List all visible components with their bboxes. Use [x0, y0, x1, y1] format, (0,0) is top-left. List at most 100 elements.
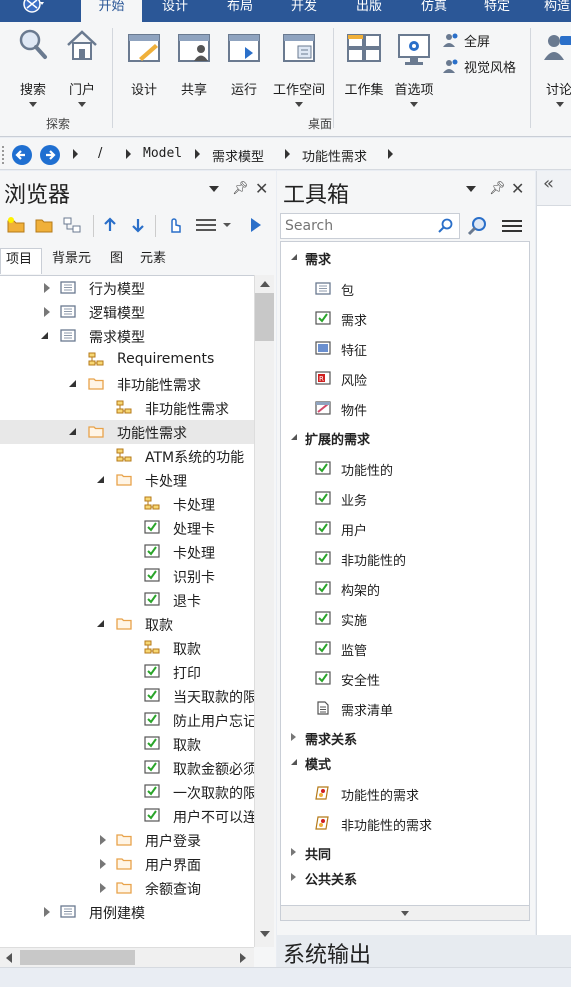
- collapsed-arrow-icon[interactable]: [100, 883, 106, 893]
- tree-node[interactable]: 用户登录: [0, 828, 254, 852]
- collapsed-arrow-icon[interactable]: [100, 835, 106, 845]
- panel-menu-icon[interactable]: [209, 186, 219, 192]
- design-button[interactable]: 设计: [122, 26, 166, 98]
- worksets-button[interactable]: 工作集: [340, 26, 388, 98]
- toolbox-item[interactable]: 监管: [281, 636, 529, 660]
- collapsed-arrow-icon[interactable]: [44, 307, 50, 317]
- tree-node[interactable]: ATM系统的功能: [0, 444, 254, 468]
- tree-node[interactable]: 卡处理: [0, 468, 254, 492]
- toolbox-item[interactable]: R 风险: [281, 366, 529, 390]
- app-menu-icon[interactable]: [20, 0, 46, 18]
- hamburger-menu-icon[interactable]: [501, 218, 523, 234]
- tree-node[interactable]: 用户不可以连: [0, 804, 254, 828]
- tree-node[interactable]: 卡处理: [0, 540, 254, 564]
- expanded-arrow-icon[interactable]: [69, 380, 76, 387]
- toolbox-item[interactable]: 功能性的需求: [281, 781, 529, 805]
- toolbox-section-header[interactable]: 公共关系: [281, 866, 529, 888]
- toolbox-item[interactable]: 功能性的: [281, 456, 529, 480]
- tree-node[interactable]: 余额查询: [0, 876, 254, 900]
- tree-node[interactable]: 需求模型: [0, 324, 254, 348]
- expand-left-icon[interactable]: «: [543, 173, 554, 194]
- expanded-arrow-icon[interactable]: [69, 428, 76, 435]
- breadcrumb-root[interactable]: /: [98, 146, 102, 161]
- tree-node[interactable]: 逻辑模型: [0, 300, 254, 324]
- hand-pointer-icon[interactable]: [165, 215, 185, 235]
- tab-specialize[interactable]: 特定: [467, 0, 527, 22]
- preferences-button[interactable]: 首选项: [390, 26, 438, 110]
- scroll-right-arrow-icon[interactable]: [240, 953, 246, 963]
- tab-design[interactable]: 设计: [146, 0, 204, 22]
- share-button[interactable]: 共享: [172, 26, 216, 98]
- tab-construct[interactable]: 构造: [532, 0, 571, 22]
- fullscreen-button[interactable]: 全屏: [442, 31, 527, 51]
- tab-context[interactable]: 背景元: [47, 248, 102, 274]
- hierarchy-icon[interactable]: [62, 216, 82, 234]
- run-button[interactable]: 运行: [222, 26, 266, 98]
- scroll-down-arrow-icon[interactable]: [260, 931, 270, 937]
- tree-node[interactable]: 识别卡: [0, 564, 254, 588]
- arrow-up-icon[interactable]: [102, 216, 118, 234]
- folder-icon[interactable]: [34, 216, 54, 234]
- tree-node[interactable]: 功能性需求: [0, 420, 254, 444]
- tab-project[interactable]: 项目: [0, 248, 42, 274]
- tree-node[interactable]: 当天取款的限: [0, 684, 254, 708]
- arrow-down-icon[interactable]: [130, 216, 146, 234]
- tree-node[interactable]: 非功能性需求: [0, 396, 254, 420]
- toolbox-item[interactable]: 需求: [281, 306, 529, 330]
- tree-node[interactable]: 取款: [0, 732, 254, 756]
- search-button[interactable]: 搜索: [12, 26, 54, 110]
- breadcrumb-requirements-model[interactable]: 需求模型: [212, 146, 264, 165]
- play-arrow-icon[interactable]: [249, 216, 263, 234]
- tree-node[interactable]: 行为模型: [0, 276, 254, 300]
- tree-node[interactable]: 用例建模: [0, 900, 254, 924]
- pin-icon[interactable]: 📌︎: [489, 181, 506, 196]
- toolbox-search-input[interactable]: [285, 217, 433, 235]
- toolbox-section-header[interactable]: 需求关系: [281, 726, 529, 748]
- tree-node[interactable]: 取款金额必须: [0, 756, 254, 780]
- tree-node[interactable]: 一次取款的限: [0, 780, 254, 804]
- tab-elements[interactable]: 元素: [135, 248, 175, 274]
- toolbox-item[interactable]: 非功能性的需求: [281, 811, 529, 835]
- toolbox-section-header[interactable]: 扩展的需求: [281, 426, 529, 448]
- tab-simulate[interactable]: 仿真: [404, 0, 464, 22]
- scroll-thumb[interactable]: [255, 293, 274, 341]
- forward-button[interactable]: [40, 145, 60, 165]
- toolbox-scroll-down[interactable]: [280, 905, 530, 921]
- toolbox-item[interactable]: 包: [281, 276, 529, 300]
- toolbox-item[interactable]: 需求清单: [281, 696, 529, 720]
- pin-icon[interactable]: 📌︎: [232, 181, 249, 196]
- visual-style-button[interactable]: 视觉风格: [442, 57, 527, 77]
- tab-develop[interactable]: 开发: [274, 0, 334, 22]
- toolbox-search-box[interactable]: [280, 213, 460, 239]
- vertical-scrollbar[interactable]: [254, 275, 274, 947]
- breadcrumb-functional-requirements[interactable]: 功能性需求: [302, 146, 367, 165]
- breadcrumb-model[interactable]: Model: [143, 146, 182, 161]
- discuss-button[interactable]: 讨论: [538, 26, 571, 110]
- tab-diagram[interactable]: 图: [105, 248, 130, 274]
- toolbox-item[interactable]: 安全性: [281, 666, 529, 690]
- close-icon[interactable]: ✕: [255, 179, 268, 198]
- tab-layout[interactable]: 布局: [209, 0, 271, 22]
- expanded-arrow-icon[interactable]: [41, 332, 48, 339]
- search-icon[interactable]: [438, 218, 454, 234]
- dropdown-arrow-icon[interactable]: [223, 223, 231, 227]
- toolbox-item[interactable]: 物件: [281, 396, 529, 420]
- tree-node[interactable]: 打印: [0, 660, 254, 684]
- tab-publish[interactable]: 出版: [339, 0, 399, 22]
- tree-node[interactable]: 卡处理: [0, 492, 254, 516]
- tree-node[interactable]: 取款: [0, 612, 254, 636]
- toolbox-item[interactable]: 用户: [281, 516, 529, 540]
- workspace-button[interactable]: 工作空间: [270, 26, 328, 110]
- tree-node[interactable]: 处理卡: [0, 516, 254, 540]
- toolbox-item[interactable]: 业务: [281, 486, 529, 510]
- tree-node[interactable]: 防止用户忘记: [0, 708, 254, 732]
- toolbox-item[interactable]: 非功能性的: [281, 546, 529, 570]
- back-button[interactable]: [12, 145, 32, 165]
- scroll-up-arrow-icon[interactable]: [260, 281, 270, 287]
- panel-menu-icon[interactable]: [466, 186, 476, 192]
- tree-node[interactable]: 退卡: [0, 588, 254, 612]
- hamburger-menu-icon[interactable]: [195, 217, 217, 233]
- portal-button[interactable]: 门户: [60, 26, 104, 110]
- toolbox-item[interactable]: 构架的: [281, 576, 529, 600]
- toolbox-section-header[interactable]: 需求: [281, 246, 529, 268]
